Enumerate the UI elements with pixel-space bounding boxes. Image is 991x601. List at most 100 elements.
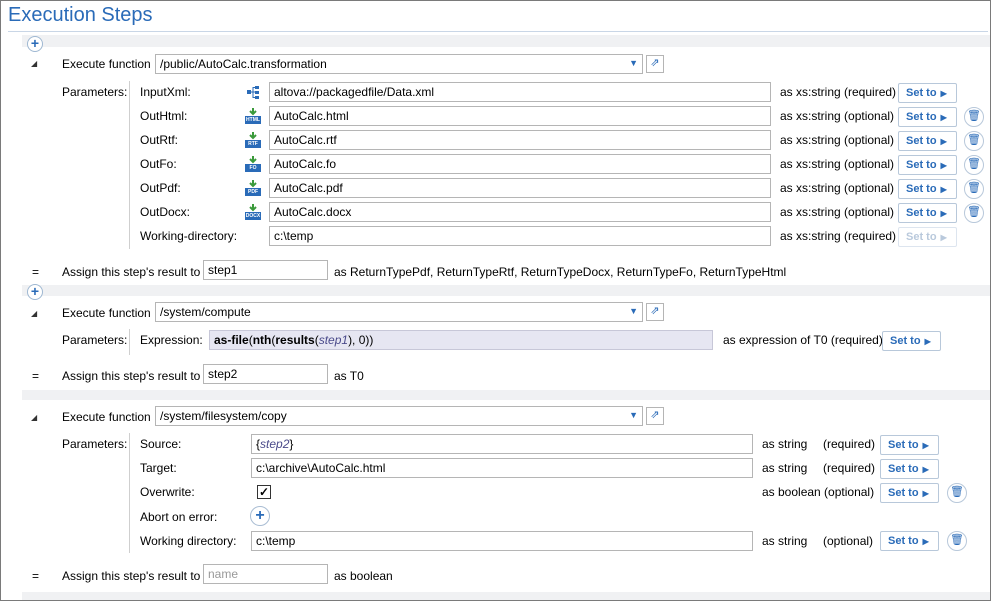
xml-tree-icon <box>245 84 261 100</box>
result-name-input-step2[interactable]: step2 <box>203 364 328 384</box>
parameters-label: Parameters: <box>62 333 128 347</box>
caret-right-icon: ▶ <box>940 137 947 146</box>
function-select-step3[interactable]: /system/filesystem/copy ▼ <box>155 406 643 426</box>
function-select-step2[interactable]: /system/compute ▼ <box>155 302 643 322</box>
caret-right-icon: ▶ <box>922 489 929 498</box>
caret-right-icon: ▶ <box>940 161 947 170</box>
caret-right-icon: ▶ <box>940 209 947 218</box>
parameters-label: Parameters: <box>62 437 128 451</box>
param-value-input[interactable]: altova://packagedfile/Data.xml <box>269 82 771 102</box>
step-separator <box>22 35 990 47</box>
set-to-label: Set to <box>906 87 937 99</box>
chevron-down-icon: ▼ <box>629 306 638 316</box>
set-to-button[interactable]: Set to ▶ <box>880 459 939 479</box>
set-to-label: Set to <box>888 439 919 451</box>
icon-caption: DOCX <box>245 213 261 219</box>
assign-equals-icon: = <box>32 369 40 383</box>
expression-type: as expression of T0 (required) <box>723 333 883 347</box>
caret-right-icon: ▶ <box>940 113 947 122</box>
trash-icon[interactable]: 🗑 <box>964 179 984 199</box>
caret-right-icon: ▶ <box>922 537 929 546</box>
open-function-icon[interactable]: ⇗ <box>646 55 664 73</box>
execute-function-label: Execute function <box>62 57 151 71</box>
param-type-label: as xs:string (required) <box>780 229 897 243</box>
set-to-button[interactable]: Set to ▶ <box>898 179 957 199</box>
chevron-down-icon: ▼ <box>629 410 638 420</box>
result-name-input-step3[interactable]: name <box>203 564 328 584</box>
set-to-button[interactable]: Set to ▶ <box>898 227 957 247</box>
html-output-icon: HTML <box>245 108 261 124</box>
set-to-button[interactable]: Set to ▶ <box>880 435 939 455</box>
trash-icon[interactable]: 🗑 <box>964 155 984 175</box>
caret-right-icon: ▶ <box>924 337 931 346</box>
set-to-button[interactable]: Set to ▶ <box>898 155 957 175</box>
param-type-label: as xs:string (optional) <box>780 109 895 123</box>
parameters-divider <box>129 81 130 249</box>
expr-fn: results <box>275 333 315 347</box>
collapse-step1-icon[interactable]: ◢ <box>31 59 37 68</box>
trash-icon[interactable]: 🗑 <box>947 531 967 551</box>
param-value-input[interactable]: AutoCalc.pdf <box>269 178 771 198</box>
param-name-label: InputXml: <box>140 85 191 99</box>
result-type-step1: as ReturnTypePdf, ReturnTypeRtf, ReturnT… <box>334 265 787 279</box>
param-value-input[interactable]: c:\temp <box>269 226 771 246</box>
caret-right-icon: ▶ <box>922 465 929 474</box>
set-to-label: Set to <box>888 463 919 475</box>
set-to-label: Set to <box>906 183 937 195</box>
open-function-icon[interactable]: ⇗ <box>646 303 664 321</box>
set-to-button[interactable]: Set to ▶ <box>882 331 941 351</box>
set-to-button[interactable]: Set to ▶ <box>898 131 957 151</box>
param-value-input[interactable]: AutoCalc.rtf <box>269 130 771 150</box>
function-value: /system/filesystem/copy <box>160 409 287 423</box>
workdir-type: as string <box>762 534 808 548</box>
param-type-label: as xs:string (required) <box>780 85 897 99</box>
collapse-step3-icon[interactable]: ◢ <box>31 413 37 422</box>
set-to-label: Set to <box>906 207 937 219</box>
expr-fn: nth <box>252 333 272 347</box>
param-type-label: as xs:string (optional) <box>780 205 895 219</box>
collapse-step2-icon[interactable]: ◢ <box>31 309 37 318</box>
add-parameter-button[interactable]: + <box>250 506 270 526</box>
param-name-label: OutHtml: <box>140 109 188 123</box>
workdir-optional: (optional) <box>823 534 874 548</box>
trash-icon[interactable]: 🗑 <box>947 483 967 503</box>
param-abort-label: Abort on error: <box>140 510 218 524</box>
param-type-label: as xs:string (optional) <box>780 133 895 147</box>
result-type-step3: as boolean <box>334 569 393 583</box>
set-to-label: Set to <box>888 535 919 547</box>
set-to-button[interactable]: Set to ▶ <box>898 107 957 127</box>
set-to-button[interactable]: Set to ▶ <box>880 483 939 503</box>
icon-caption: PDF <box>248 189 258 195</box>
source-required: (required) <box>823 437 876 451</box>
caret-right-icon: ▶ <box>940 89 947 98</box>
set-to-button[interactable]: Set to ▶ <box>898 203 957 223</box>
param-value-input[interactable]: AutoCalc.docx <box>269 202 771 222</box>
param-name-label: OutDocx: <box>140 205 191 219</box>
overwrite-checkbox[interactable]: ✓ <box>257 485 271 499</box>
set-to-button[interactable]: Set to ▶ <box>898 83 957 103</box>
title-divider <box>8 31 988 32</box>
trash-icon[interactable]: 🗑 <box>964 203 984 223</box>
step-separator <box>22 285 990 296</box>
rtf-output-icon: RTF <box>245 132 261 148</box>
execute-function-label: Execute function <box>62 306 151 320</box>
target-input[interactable]: c:\archive\AutoCalc.html <box>251 458 753 478</box>
param-type-label: as xs:string (optional) <box>780 181 895 195</box>
function-select-step1[interactable]: /public/AutoCalc.transformation ▼ <box>155 54 643 74</box>
execute-function-label: Execute function <box>62 410 151 424</box>
param-value-input[interactable]: AutoCalc.fo <box>269 154 771 174</box>
trash-icon[interactable]: 🗑 <box>964 131 984 151</box>
set-to-button[interactable]: Set to ▶ <box>880 531 939 551</box>
page-title: Execution Steps <box>8 4 153 26</box>
open-function-icon[interactable]: ⇗ <box>646 407 664 425</box>
add-step-button[interactable]: + <box>27 284 43 300</box>
expression-input[interactable]: as-file(nth(results(step1), 0)) <box>209 330 713 350</box>
workdir-input[interactable]: c:\temp <box>251 531 753 551</box>
expr-fn: as-file <box>214 333 249 347</box>
result-name-input-step1[interactable]: step1 <box>203 260 328 280</box>
add-step-button[interactable]: + <box>27 36 43 52</box>
param-value-input[interactable]: AutoCalc.html <box>269 106 771 126</box>
trash-icon[interactable]: 🗑 <box>964 107 984 127</box>
param-target-label: Target: <box>140 461 177 475</box>
source-input[interactable]: {step2} <box>251 434 753 454</box>
